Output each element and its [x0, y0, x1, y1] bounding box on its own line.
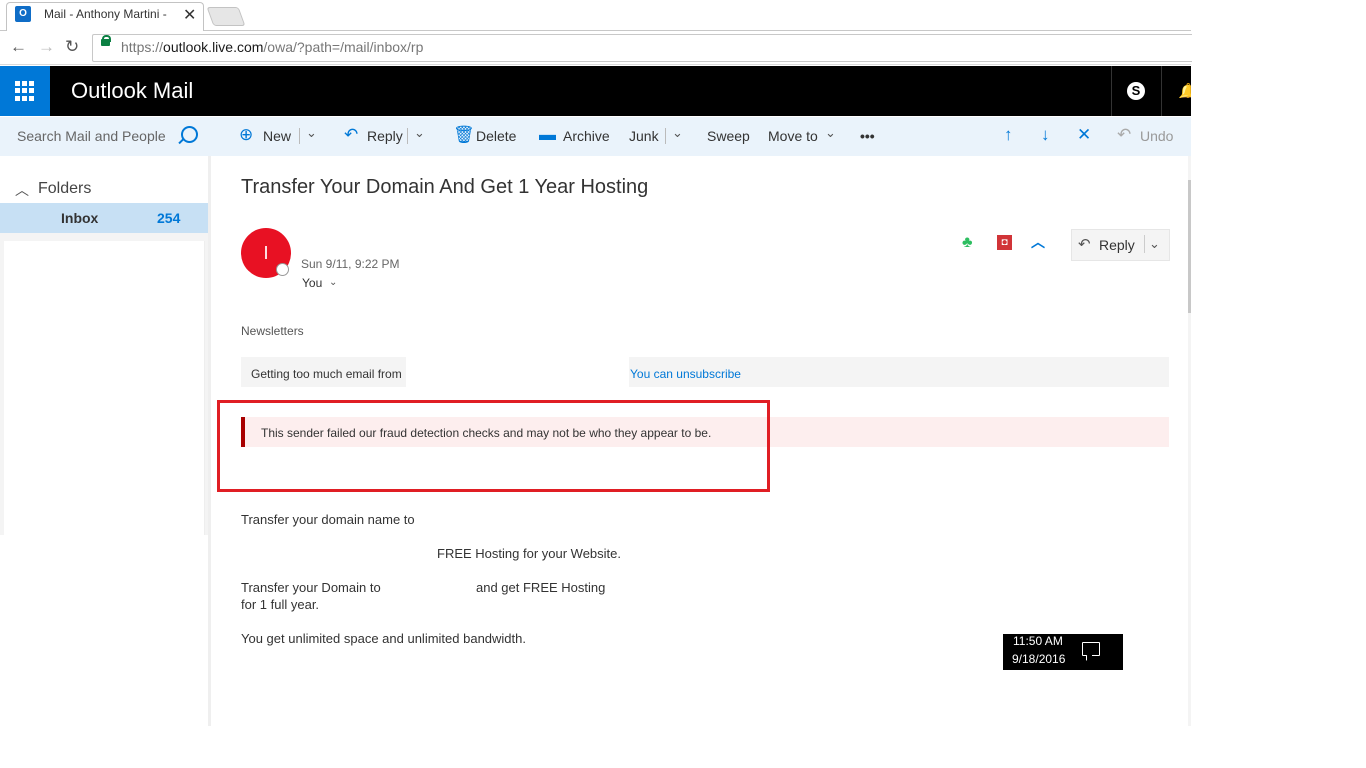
search-icon[interactable] — [181, 126, 198, 143]
archive-button[interactable]: Archive — [563, 128, 610, 144]
arrow-down-icon[interactable]: ↓ — [1041, 125, 1050, 145]
clock-date: 9/18/2016 — [1012, 652, 1066, 666]
delete-button[interactable]: Delete — [476, 128, 516, 144]
chevron-down-icon[interactable]: ⌄ — [1149, 236, 1160, 252]
divider — [407, 128, 408, 144]
plus-circle-icon[interactable]: ⊕ — [239, 125, 253, 145]
divider — [1144, 235, 1145, 253]
move-to-button[interactable]: Move to — [768, 128, 818, 144]
body-line: Transfer your domain name to — [241, 512, 415, 527]
skype-icon[interactable]: S — [1127, 82, 1145, 100]
unsubscribe-link[interactable]: You can unsubscribe — [630, 367, 741, 381]
message-recipient[interactable]: You — [302, 276, 322, 290]
addin-icon[interactable]: ◘ — [997, 235, 1012, 250]
sidebar-panel — [4, 241, 205, 535]
more-actions-button[interactable]: ••• — [860, 128, 875, 144]
waffle-icon — [15, 81, 35, 101]
outlook-icon: O — [15, 6, 31, 22]
reply-button[interactable]: Reply — [367, 128, 403, 144]
clock-time: 11:50 AM — [1013, 634, 1063, 648]
body-line: You get unlimited space and unlimited ba… — [241, 631, 526, 646]
close-icon[interactable]: ✕ — [1077, 125, 1091, 145]
double-chevron-down-icon[interactable]: ⌄ — [329, 277, 337, 288]
chevron-down-icon[interactable]: ⌄ — [414, 125, 425, 141]
archive-icon[interactable]: ▬ — [539, 125, 556, 145]
divider — [665, 128, 666, 144]
url-protocol: https:// — [121, 39, 164, 55]
new-tab-button[interactable] — [206, 7, 246, 26]
sweep-button[interactable]: Sweep — [707, 128, 750, 144]
undo-button[interactable]: Undo — [1140, 128, 1173, 144]
folders-header[interactable]: Folders — [38, 180, 91, 198]
body-line: FREE Hosting for your Website. — [437, 546, 621, 561]
back-icon[interactable]: ← — [10, 37, 27, 57]
lock-icon-body — [101, 39, 110, 46]
bell-icon[interactable]: 🔔 — [1178, 82, 1191, 98]
reload-icon[interactable]: ↻ — [65, 37, 79, 57]
arrow-up-icon[interactable]: ↑ — [1004, 125, 1013, 145]
unread-count-badge: 254 — [157, 210, 181, 226]
message-subject: Transfer Your Domain And Get 1 Year Host… — [241, 176, 649, 198]
body-line: for 1 full year. — [241, 597, 320, 612]
sidebar-item-label: Inbox — [61, 210, 99, 226]
trash-icon[interactable]: 🗑 — [453, 125, 475, 145]
chevron-up-icon[interactable]: ︿ — [15, 180, 29, 200]
forward-icon[interactable]: → — [38, 37, 55, 57]
close-tab-icon[interactable]: ✕ — [183, 5, 196, 25]
scrollbar-thumb[interactable] — [1188, 180, 1191, 313]
reply-icon: ↶ — [1078, 236, 1091, 253]
presence-indicator — [276, 263, 289, 276]
notification-icon[interactable] — [1082, 642, 1100, 656]
browser-tab-title: Mail - Anthony Martini - — [44, 7, 167, 21]
junk-button[interactable]: Junk — [629, 128, 659, 144]
url-host: outlook.live.com — [163, 39, 264, 55]
chevron-down-icon[interactable]: ⌄ — [672, 125, 683, 141]
undo-icon[interactable]: ↶ — [1117, 125, 1131, 145]
body-line: and get FREE Hosting — [476, 580, 606, 595]
url-text[interactable]: https://outlook.live.com/owa/?path=/mail… — [121, 39, 423, 55]
search-input[interactable]: Search Mail and People — [17, 128, 166, 144]
evernote-icon[interactable]: ♣ — [962, 234, 973, 252]
reply-label[interactable]: Reply — [1099, 237, 1135, 253]
pane-divider — [208, 156, 211, 726]
new-button[interactable]: New — [263, 128, 291, 144]
message-date: Sun 9/11, 9:22 PM — [301, 257, 400, 271]
app-title: Outlook Mail — [71, 78, 194, 103]
chevron-down-icon[interactable]: ⌄ — [825, 125, 836, 141]
reply-icon[interactable]: ↶ — [344, 125, 358, 145]
category-label: Newsletters — [241, 324, 304, 338]
chevron-up-icon[interactable]: ︿ — [1031, 232, 1045, 252]
divider — [299, 128, 300, 144]
highlight-box — [217, 400, 770, 492]
body-line: Transfer your Domain to — [241, 580, 381, 595]
header-divider — [1111, 66, 1112, 116]
chevron-down-icon[interactable]: ⌄ — [306, 125, 317, 141]
unsubscribe-prompt: Getting too much email from — [251, 367, 402, 381]
header-divider — [1161, 66, 1162, 116]
url-path: /owa/?path=/mail/inbox/rp — [263, 39, 424, 55]
